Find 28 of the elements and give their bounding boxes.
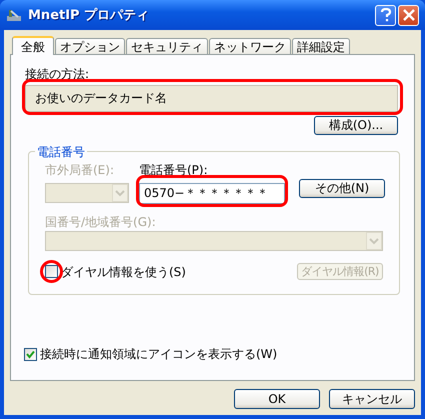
close-button[interactable] (398, 4, 419, 26)
configure-button[interactable]: 構成(O)... (314, 116, 398, 135)
cancel-button[interactable]: キャンセル (329, 389, 415, 409)
checkbox-label: 接続時に通知領域にアイコンを表示する(W) (40, 346, 278, 362)
field-label: 電話番号(P): (139, 162, 208, 178)
network-icon (6, 7, 22, 23)
caret-icon (112, 184, 128, 202)
connection-field: お使いのデータカード名 (25, 85, 398, 112)
checkbox-label: ダイヤル情報を使う(S) (61, 264, 186, 280)
other-button[interactable]: その他(N) (299, 179, 385, 198)
checkbox[interactable] (24, 348, 37, 360)
tab[interactable]: セキュリティ (126, 38, 208, 54)
field-label: 市外局番(E): (45, 162, 114, 178)
ok-button[interactable]: OK (234, 389, 320, 409)
tab[interactable]: ネットワーク (209, 38, 291, 54)
tab[interactable]: オプション (55, 38, 125, 54)
help-icon (380, 8, 392, 22)
caret-icon (366, 232, 382, 250)
close-icon (402, 9, 414, 21)
group-title: 電話番号 (35, 144, 87, 161)
phone-number-field[interactable]: 0570−＊＊＊＊＊＊＊ (139, 183, 285, 204)
tab[interactable]: 全般 (12, 36, 54, 55)
checkbox[interactable] (45, 265, 58, 278)
help-button[interactable] (375, 4, 396, 26)
tab[interactable]: 詳細設定 (292, 38, 350, 54)
field-label: 国番号/地域番号(G): (45, 214, 156, 230)
window-title: MnetIP プロパティ (28, 6, 150, 24)
field-label: 接続の方法: (25, 66, 90, 82)
